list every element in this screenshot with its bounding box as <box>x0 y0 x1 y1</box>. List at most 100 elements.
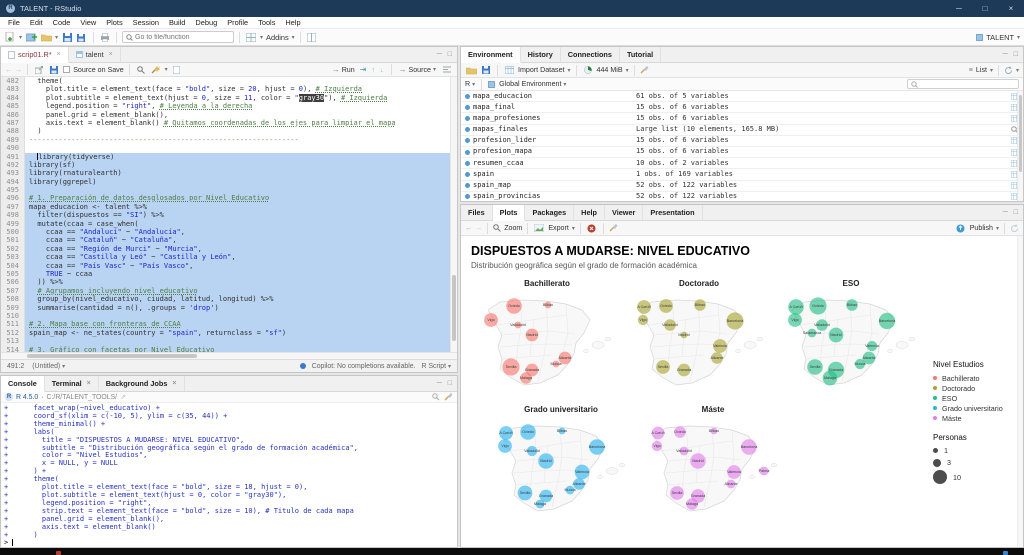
plots-minimize-icon[interactable]: ─ <box>1003 209 1008 216</box>
editor-vertical-scrollbar[interactable] <box>450 77 457 352</box>
code-line-511[interactable]: 511# 2. Mapa base con fronteras de CCAA <box>1 320 457 328</box>
clear-console-icon[interactable] <box>444 393 453 401</box>
code-line-500[interactable]: 500 ccaa == "Andalucí" ~ "Andalucía", <box>1 228 457 236</box>
console-minimize-icon[interactable]: ─ <box>437 380 442 387</box>
object-expand-icon[interactable] <box>465 127 470 132</box>
code-line-482[interactable]: 482 theme( <box>1 77 457 85</box>
environment-selector[interactable]: Global Environment ▾ <box>499 80 566 88</box>
environment-object-mapa_final[interactable]: mapa_final15 obs. of 6 variables <box>461 102 1023 113</box>
clear-plots-icon[interactable] <box>609 224 618 232</box>
menu-build[interactable]: Build <box>164 18 190 27</box>
new-file-icon[interactable] <box>4 31 16 43</box>
save-doc-icon[interactable] <box>48 64 60 76</box>
code-line-512[interactable]: 512spain_map <- ne_states(country = "spa… <box>1 329 457 337</box>
document-outline-icon[interactable] <box>441 64 453 76</box>
code-line-495[interactable]: 495 <box>1 186 457 194</box>
environment-maximize-icon[interactable]: □ <box>1014 51 1018 58</box>
refresh-plot-icon[interactable] <box>1010 224 1019 233</box>
code-line-507[interactable]: 507 # Agrupamos incluyendo nivel_educati… <box>1 287 457 295</box>
code-line-502[interactable]: 502 ccaa == "Región de Murci" ~ "Murcia"… <box>1 245 457 253</box>
code-line-486[interactable]: 486 panel.grid = element_blank(), <box>1 111 457 119</box>
previous-plot-icon[interactable]: ← <box>465 224 472 232</box>
code-line-497[interactable]: 497mapa_educacion <- talent %>% <box>1 203 457 211</box>
code-line-499[interactable]: 499 mutate(ccaa = case_when( <box>1 220 457 228</box>
find-replace-icon[interactable] <box>135 64 147 76</box>
console-output[interactable]: + facet_wrap(~nivel_educativo) ++ coord_… <box>1 403 457 547</box>
run-button[interactable]: → Run <box>332 65 355 74</box>
new-project-icon[interactable] <box>25 31 37 43</box>
plots-tab-plots[interactable]: Plots <box>493 205 526 221</box>
code-line-491[interactable]: 491 library(tidyverse) <box>1 153 457 161</box>
workspace-panes-icon[interactable] <box>245 31 257 43</box>
console-search-icon[interactable] <box>432 393 440 401</box>
plots-scrollbar[interactable] <box>1017 236 1023 547</box>
save-all-icon[interactable] <box>76 31 88 43</box>
close-tab-icon[interactable]: × <box>172 380 176 387</box>
close-tab-icon[interactable]: × <box>57 51 61 58</box>
code-tools-dropdown-icon[interactable]: ▾ <box>165 66 168 73</box>
console-tab-terminal[interactable]: Terminal× <box>45 376 99 391</box>
environment-tab-connections[interactable]: Connections <box>561 47 620 62</box>
code-line-504[interactable]: 504 ccaa == "País Vasc" ~ "País Vasco", <box>1 262 457 270</box>
compile-report-icon[interactable] <box>171 64 183 76</box>
object-expand-icon[interactable] <box>465 94 470 99</box>
refresh-environment-icon[interactable] <box>1004 66 1013 75</box>
environment-scrollbar[interactable] <box>1017 91 1023 201</box>
environment-search[interactable] <box>907 79 1019 89</box>
environment-minimize-icon[interactable]: ─ <box>1003 51 1008 58</box>
list-view-button[interactable]: List <box>976 66 987 74</box>
code-line-488[interactable]: 488 ) <box>1 127 457 135</box>
code-line-508[interactable]: 508 group_by(nivel_educativo, ciudad, la… <box>1 295 457 303</box>
console-tab-console[interactable]: Console <box>1 376 45 392</box>
plots-tab-help[interactable]: Help <box>574 205 605 220</box>
doc-type-selector[interactable]: R Script ▾ <box>422 363 451 370</box>
menu-plots[interactable]: Plots <box>101 18 127 27</box>
object-expand-icon[interactable] <box>465 161 470 166</box>
print-icon[interactable] <box>99 31 111 43</box>
clear-environment-icon[interactable] <box>640 66 649 74</box>
memory-usage-button[interactable]: 444 MiB <box>597 66 623 74</box>
environment-tab-environment[interactable]: Environment <box>461 47 521 63</box>
object-expand-icon[interactable] <box>465 183 470 188</box>
source-minimize-icon[interactable]: ─ <box>437 51 442 58</box>
environment-object-resumen_ccaa[interactable]: resumen_ccaa10 obs. of 2 variables <box>461 158 1023 169</box>
environment-object-spain[interactable]: spain1 obs. of 169 variables <box>461 169 1023 180</box>
menu-profile[interactable]: Profile <box>222 18 253 27</box>
environment-tab-history[interactable]: History <box>521 47 561 62</box>
maximize-button[interactable]: □ <box>972 0 998 17</box>
panes-dropdown-icon[interactable]: ▾ <box>260 34 263 41</box>
object-expand-icon[interactable] <box>465 138 470 143</box>
editor-horizontal-scrollbar[interactable] <box>1 352 457 359</box>
load-workspace-icon[interactable] <box>465 64 477 76</box>
run-prev-icon[interactable]: ↑ <box>371 66 375 74</box>
popout-icon[interactable] <box>33 64 45 76</box>
source-maximize-icon[interactable]: □ <box>448 51 452 58</box>
back-icon[interactable]: ← <box>5 66 12 74</box>
rerun-icon[interactable]: ⇥ <box>360 65 367 74</box>
menu-code[interactable]: Code <box>48 18 76 27</box>
save-icon[interactable] <box>61 31 73 43</box>
code-line-503[interactable]: 503 ccaa == "Castilla y Leó" ~ "Castilla… <box>1 253 457 261</box>
forward-icon[interactable]: → <box>15 66 22 74</box>
import-dataset-button[interactable]: Import Dataset <box>518 66 565 74</box>
code-line-487[interactable]: 487 axis.text = element_blank() # Quitam… <box>1 119 457 127</box>
code-line-489[interactable]: 489-------------------------------------… <box>1 136 457 144</box>
code-line-513[interactable]: 513 <box>1 337 457 345</box>
menu-file[interactable]: File <box>3 18 25 27</box>
open-file-icon[interactable] <box>40 31 52 43</box>
menu-session[interactable]: Session <box>128 18 164 27</box>
code-line-483[interactable]: 483 plot.title = element_text(face = "bo… <box>1 85 457 93</box>
menu-debug[interactable]: Debug <box>190 18 222 27</box>
close-tab-icon[interactable]: × <box>109 51 113 58</box>
goto-file-search[interactable] <box>122 31 234 43</box>
environment-tab-tutorial[interactable]: Tutorial <box>620 47 661 62</box>
menu-tools[interactable]: Tools <box>253 18 280 27</box>
close-button[interactable]: × <box>998 0 1024 17</box>
zoom-plot-button[interactable]: Zoom <box>504 224 522 232</box>
pane-layout-icon[interactable] <box>306 31 318 43</box>
code-line-501[interactable]: 501 ccaa == "Cataluñ" ~ "Cataluña", <box>1 236 457 244</box>
environment-object-mapas_finales[interactable]: mapas_finalesLarge list (10 elements, 16… <box>461 125 1023 136</box>
environment-object-spain_provincias[interactable]: spain_provincias52 obs. of 122 variables <box>461 192 1023 201</box>
environment-object-profesion_lider[interactable]: profesion_lider15 obs. of 6 variables <box>461 136 1023 147</box>
object-expand-icon[interactable] <box>465 105 470 110</box>
